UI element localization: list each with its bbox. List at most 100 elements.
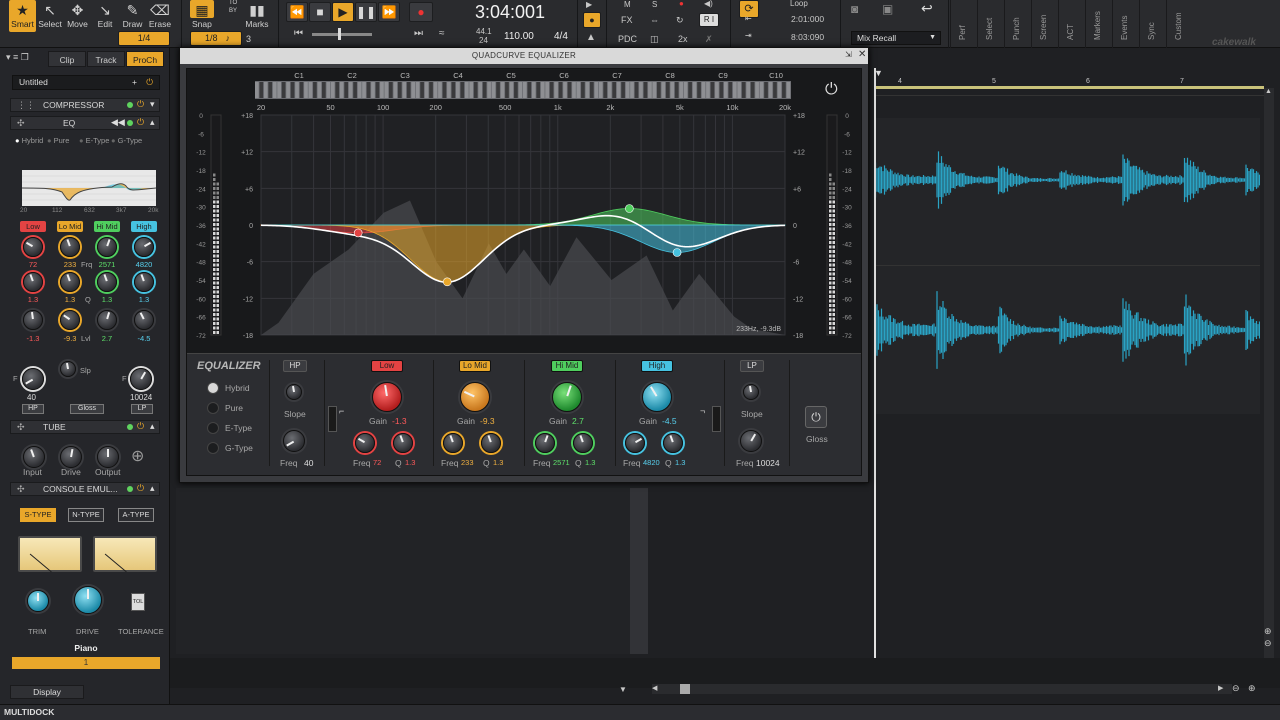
- tool-quantize[interactable]: 1/4: [118, 31, 170, 46]
- tube-type-icon[interactable]: ⊕: [131, 446, 144, 466]
- go-end-icon[interactable]: ⏭: [414, 28, 423, 39]
- hp-slope-switch[interactable]: [328, 406, 337, 432]
- hp-freq-knob[interactable]: [283, 430, 305, 452]
- rewind-icon[interactable]: ◀◀: [111, 116, 125, 128]
- tab-clip[interactable]: Clip: [48, 51, 86, 67]
- toolbar-module-act[interactable]: ACT: [1058, 0, 1084, 48]
- window-title[interactable]: QUADCURVE EQUALIZER: [180, 48, 868, 64]
- tolerance-switch[interactable]: TOL: [131, 593, 145, 611]
- add-icon[interactable]: +: [132, 76, 137, 89]
- mini-gain-knob[interactable]: [60, 310, 80, 330]
- pdc-label[interactable]: PDC: [618, 34, 637, 44]
- module-eq[interactable]: ✣ EQ ◀◀ ⏻ ▴: [10, 116, 160, 130]
- band-freq-knob-high[interactable]: [625, 433, 645, 453]
- undo-icon[interactable]: ↩: [921, 0, 933, 17]
- chevron-up-icon[interactable]: ▴: [150, 116, 155, 128]
- metronome-icon[interactable]: ▲: [586, 32, 596, 43]
- position-slider[interactable]: [312, 33, 372, 36]
- mode-label-g-type[interactable]: G-Type: [225, 443, 253, 453]
- position-slider-handle[interactable]: [338, 28, 341, 40]
- play-small-icon[interactable]: ▶: [586, 0, 592, 9]
- camera-icon[interactable]: ◙: [851, 2, 858, 16]
- tool-draw[interactable]: ✎ Draw: [119, 0, 146, 32]
- play-button[interactable]: ▶: [332, 2, 354, 22]
- zoom-out-h-icon[interactable]: ⊖: [1232, 683, 1240, 694]
- mute-label[interactable]: M: [624, 0, 631, 9]
- toolbar-module-custom[interactable]: Custom: [1166, 0, 1192, 48]
- power-icon[interactable]: ⏻: [137, 116, 144, 128]
- toolbar-module-events[interactable]: Events: [1112, 0, 1138, 48]
- mini-q-knob[interactable]: [97, 272, 117, 292]
- vertical-scrollbar[interactable]: [1264, 88, 1274, 684]
- marks-button[interactable]: ▮▮ Marks: [244, 0, 270, 32]
- power-icon[interactable]: ⏻: [137, 420, 144, 432]
- band-q-knob-high[interactable]: [663, 433, 683, 453]
- module-tube[interactable]: ✣ TUBE ⏻ ▴: [10, 420, 160, 434]
- mini-q-knob[interactable]: [134, 272, 154, 292]
- tempo-display[interactable]: 110.00: [504, 31, 534, 42]
- console-drive-knob[interactable]: [74, 586, 102, 614]
- band-button-high[interactable]: High: [641, 360, 673, 372]
- toolbar-module-punch[interactable]: Punch: [1004, 0, 1030, 48]
- band-node-low[interactable]: [353, 228, 363, 238]
- mini-q-knob[interactable]: [60, 272, 80, 292]
- band-gain-knob-high[interactable]: [642, 382, 672, 412]
- pause-button[interactable]: ❚❚: [355, 2, 377, 22]
- mode-label-pure[interactable]: Pure: [225, 403, 243, 413]
- zoom-out-icon[interactable]: ⊖: [1264, 638, 1272, 649]
- loop-wave-icon[interactable]: ≈: [439, 28, 445, 39]
- mix-recall-dropdown[interactable]: Mix Recall ▼: [851, 31, 941, 45]
- console-s-type[interactable]: S-TYPE: [20, 508, 56, 522]
- mini-gain-knob[interactable]: [23, 310, 43, 330]
- time-display[interactable]: 3:04:001: [470, 2, 550, 23]
- collapse-icon[interactable]: ▼: [619, 685, 627, 694]
- mode-label-e-type[interactable]: E-Type: [225, 423, 252, 433]
- hp-slope-knob[interactable]: [286, 384, 302, 400]
- band-button-lo-mid[interactable]: Lo Mid: [459, 360, 491, 372]
- chevron-up-icon[interactable]: ▴: [150, 482, 155, 494]
- mini-slope-knob[interactable]: [60, 361, 76, 377]
- mini-lp-knob[interactable]: [130, 368, 152, 390]
- band-q-knob-lo-mid[interactable]: [481, 433, 501, 453]
- lp-slope-knob[interactable]: [743, 384, 759, 400]
- splitter[interactable]: [630, 488, 648, 654]
- console-a-type[interactable]: A-TYPE: [118, 508, 154, 522]
- mini-mode-g-type[interactable]: ● G-Type: [111, 136, 142, 145]
- fx-label[interactable]: FX: [621, 15, 633, 25]
- tool-edit[interactable]: ↘ Edit: [92, 0, 119, 32]
- zoom-in-h-icon[interactable]: ⊕: [1248, 683, 1256, 694]
- mini-gloss-button[interactable]: Gloss: [70, 404, 104, 414]
- mini-freq-knob[interactable]: [97, 237, 117, 257]
- band-q-knob-low[interactable]: [393, 433, 413, 453]
- module-compressor[interactable]: ⋮⋮ COMPRESSOR ⏻ ▾: [10, 98, 160, 112]
- mini-hp-button[interactable]: HP: [22, 404, 44, 414]
- inspector-menu-icon[interactable]: ▾ ≡ ❐: [6, 52, 29, 63]
- mode-radio-e-type[interactable]: [207, 422, 219, 434]
- mini-gain-knob[interactable]: [134, 310, 154, 330]
- console-trim-knob[interactable]: [27, 590, 49, 612]
- toolbar-module-screen[interactable]: Screen: [1031, 0, 1057, 48]
- snap-value[interactable]: 1/8 ♪: [190, 31, 242, 46]
- waveform[interactable]: [874, 118, 1260, 414]
- mini-band-high[interactable]: High: [131, 221, 157, 232]
- mini-freq-knob[interactable]: [60, 237, 80, 257]
- tube-drive-knob[interactable]: [60, 446, 82, 468]
- scroll-right-icon[interactable]: ▶: [1218, 684, 1223, 692]
- band-button-hi-mid[interactable]: Hi Mid: [551, 360, 583, 372]
- rewind-button[interactable]: ⏪: [286, 2, 308, 22]
- power-icon[interactable]: ⏻: [137, 482, 144, 494]
- pin-icon[interactable]: ⇲: [845, 50, 852, 59]
- read-icon[interactable]: ◀): [704, 0, 713, 8]
- hp-button[interactable]: HP: [283, 360, 307, 372]
- preset-field[interactable]: Untitled + ⏻: [12, 75, 160, 90]
- mini-hp-knob[interactable]: [22, 368, 44, 390]
- go-start-icon[interactable]: ⏮: [294, 28, 303, 39]
- record-small-icon[interactable]: ●: [679, 0, 684, 8]
- tool-smart[interactable]: ★ Smart: [9, 0, 36, 32]
- solo-label[interactable]: S: [652, 0, 657, 9]
- console-n-type[interactable]: N-TYPE: [68, 508, 104, 522]
- graph-power-icon[interactable]: ⏻: [825, 81, 838, 99]
- tool-erase[interactable]: ⌫ Erase: [147, 0, 174, 32]
- chevron-up-icon[interactable]: ▴: [150, 420, 155, 432]
- band-freq-knob-lo-mid[interactable]: [443, 433, 463, 453]
